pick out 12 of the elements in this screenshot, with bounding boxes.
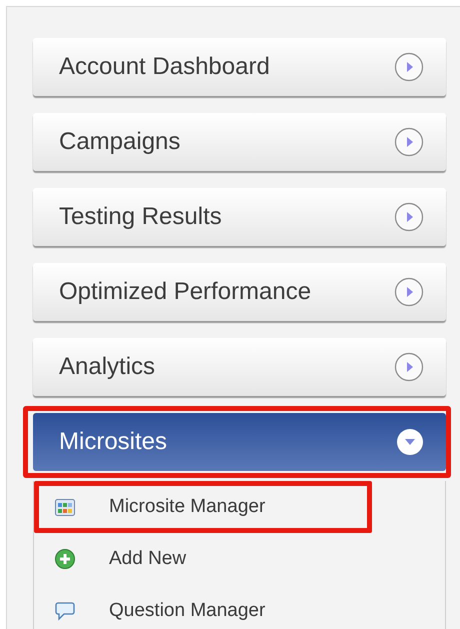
menu-item[interactable]: Analytics <box>33 338 446 396</box>
speech-bubble-icon <box>55 601 75 621</box>
plus-icon <box>55 549 75 569</box>
menu-item[interactable]: Campaigns <box>33 113 446 171</box>
submenu-item[interactable]: Add New <box>34 533 372 585</box>
menu-item[interactable]: Account Dashboard <box>33 38 446 96</box>
menu-item[interactable]: Testing Results <box>33 188 446 246</box>
menu-item[interactable]: Microsites <box>33 413 446 471</box>
submenu-item[interactable]: Microsite Manager <box>34 481 372 533</box>
grid-icon <box>55 498 75 516</box>
submenu-item[interactable]: Question Manager <box>34 585 372 629</box>
menu-item[interactable]: Optimized Performance <box>33 263 446 321</box>
